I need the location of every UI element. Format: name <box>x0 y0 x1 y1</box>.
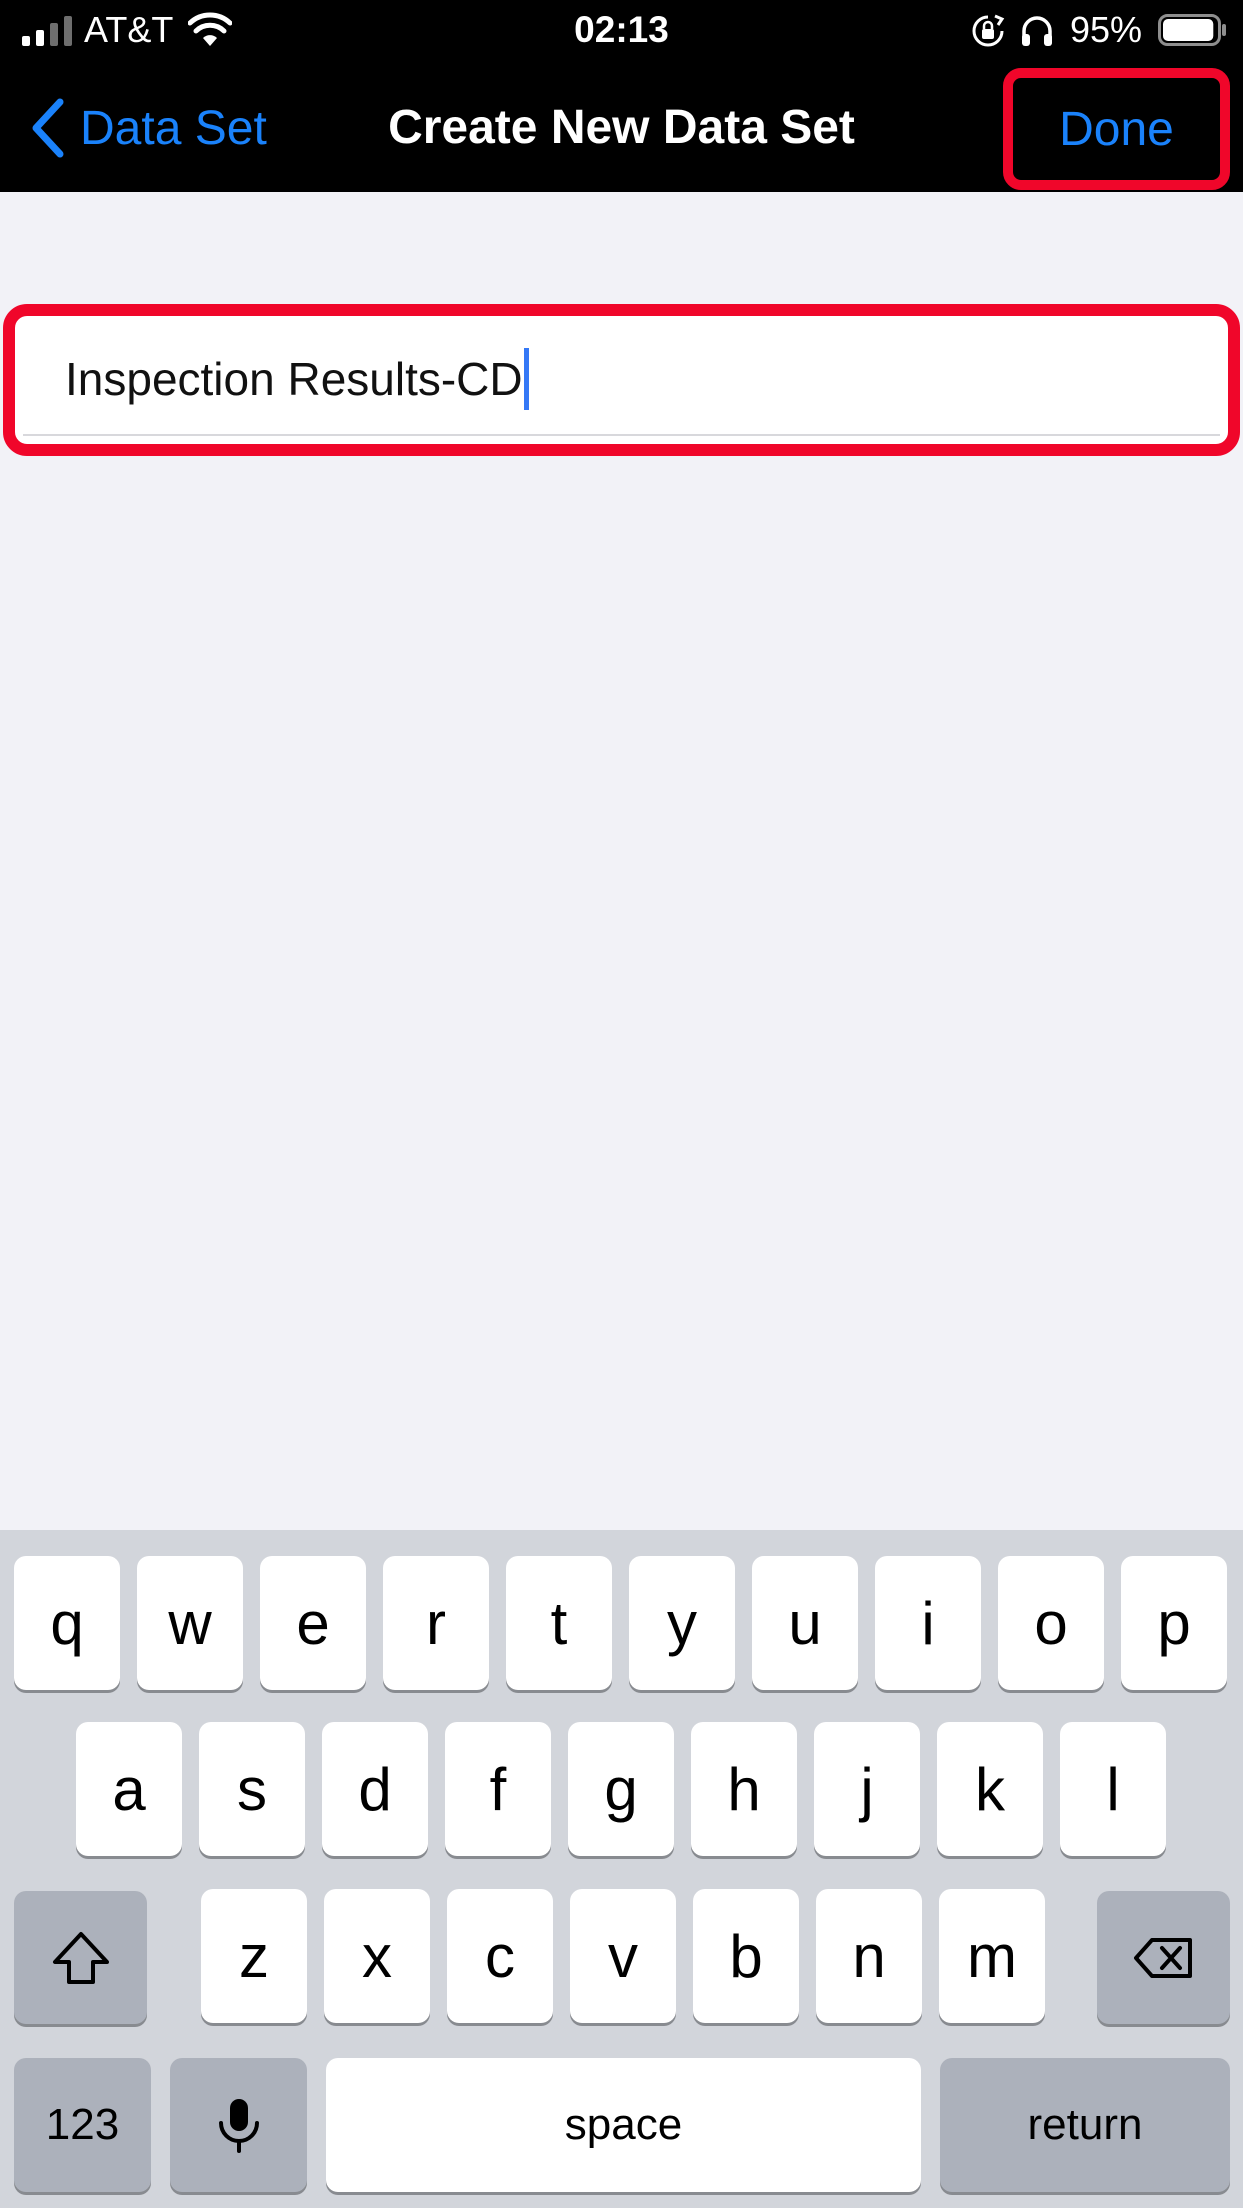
key-a[interactable]: a <box>76 1722 182 1856</box>
delete-key[interactable] <box>1097 1891 1230 2024</box>
shift-arrow-icon <box>52 1931 109 1984</box>
key-e[interactable]: e <box>260 1556 366 1690</box>
key-n[interactable]: n <box>816 1889 922 2023</box>
key-j[interactable]: j <box>814 1722 920 1856</box>
key-w[interactable]: w <box>137 1556 243 1690</box>
key-d[interactable]: d <box>322 1722 428 1856</box>
status-bar: AT&T 02:13 95% <box>0 0 1243 62</box>
key-b[interactable]: b <box>693 1889 799 2023</box>
headphones-icon <box>1022 16 1052 46</box>
battery-percent: 95% <box>1070 9 1143 50</box>
key-f[interactable]: f <box>445 1722 551 1856</box>
key-m[interactable]: m <box>939 1889 1045 2023</box>
key-z[interactable]: z <box>201 1889 307 2023</box>
key-q[interactable]: q <box>14 1556 120 1690</box>
key-c[interactable]: c <box>447 1889 553 2023</box>
name-field-highlight: Inspection Results-CD <box>3 304 1240 456</box>
key-h[interactable]: h <box>691 1722 797 1856</box>
key-k[interactable]: k <box>937 1722 1043 1856</box>
rotation-lock-icon <box>972 14 1005 47</box>
key-s[interactable]: s <box>199 1722 305 1856</box>
data-set-name-value: Inspection Results-CD <box>65 353 523 405</box>
space-key[interactable]: space <box>326 2058 921 2192</box>
done-highlight: Done <box>1003 68 1230 190</box>
return-key[interactable]: return <box>940 2058 1230 2192</box>
key-u[interactable]: u <box>752 1556 858 1690</box>
data-set-name-field[interactable]: Inspection Results-CD <box>23 324 1220 436</box>
key-r[interactable]: r <box>383 1556 489 1690</box>
top-bar: AT&T 02:13 95% Data Set Create New Data … <box>0 0 1243 192</box>
numbers-key[interactable]: 123 <box>14 2058 151 2192</box>
key-i[interactable]: i <box>875 1556 981 1690</box>
keyboard: qwertyuiop asdfghjkl zxcvbnm 123 space r… <box>0 1530 1243 2208</box>
microphone-icon <box>218 2099 259 2153</box>
key-y[interactable]: y <box>629 1556 735 1690</box>
key-l[interactable]: l <box>1060 1722 1166 1856</box>
battery-icon <box>1158 14 1226 46</box>
key-o[interactable]: o <box>998 1556 1104 1690</box>
key-p[interactable]: p <box>1121 1556 1227 1690</box>
shift-key[interactable] <box>14 1891 147 2024</box>
key-t[interactable]: t <box>506 1556 612 1690</box>
key-v[interactable]: v <box>570 1889 676 2023</box>
key-g[interactable]: g <box>568 1722 674 1856</box>
done-button[interactable]: Done <box>1013 78 1220 180</box>
backspace-icon <box>1133 1937 1192 1978</box>
text-caret <box>523 348 529 410</box>
dictation-key[interactable] <box>170 2058 307 2192</box>
status-time: 02:13 <box>574 9 669 50</box>
key-x[interactable]: x <box>324 1889 430 2023</box>
